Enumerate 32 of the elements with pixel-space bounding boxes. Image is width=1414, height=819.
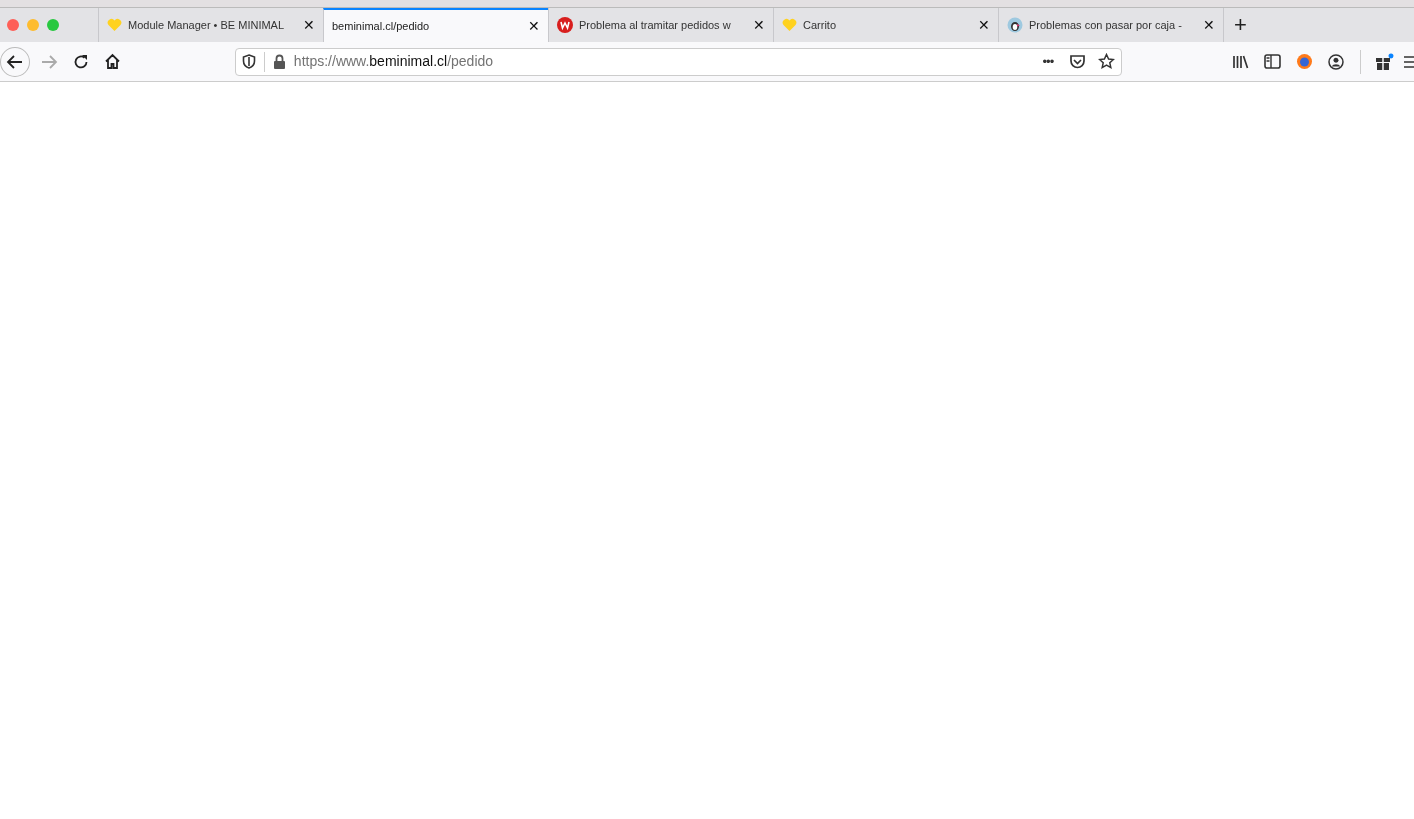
address-bar[interactable]: https://www.beminimal.cl/pedido ••• bbox=[234, 47, 1123, 76]
reload-icon bbox=[72, 53, 89, 70]
close-tab-button[interactable]: ✕ bbox=[1203, 18, 1215, 32]
sidebar-icon[interactable] bbox=[1264, 54, 1282, 69]
firefox-logo-icon[interactable] bbox=[1296, 53, 1314, 70]
bird-icon bbox=[1007, 17, 1023, 33]
heart-icon bbox=[782, 18, 797, 32]
gift-icon[interactable] bbox=[1375, 52, 1396, 71]
pocket-icon[interactable] bbox=[1069, 53, 1087, 70]
close-tab-button[interactable]: ✕ bbox=[528, 19, 540, 33]
close-tab-button[interactable]: ✕ bbox=[753, 18, 765, 32]
forward-arrow-icon bbox=[39, 52, 58, 71]
browser-tab[interactable]: beminimal.cl/pedido ✕ bbox=[323, 8, 548, 42]
shield-icon bbox=[241, 54, 256, 69]
heart-icon bbox=[107, 18, 122, 32]
site-logo-icon bbox=[557, 17, 573, 33]
page-actions-button[interactable]: ••• bbox=[1042, 51, 1054, 72]
tab-title: Carrito bbox=[803, 17, 837, 33]
tab-title: beminimal.cl/pedido bbox=[332, 18, 431, 34]
home-icon bbox=[104, 53, 122, 70]
star-icon[interactable] bbox=[1098, 53, 1116, 70]
close-tab-button[interactable]: ✕ bbox=[978, 18, 990, 32]
library-icon[interactable] bbox=[1232, 53, 1251, 70]
menu-icon[interactable] bbox=[1404, 54, 1414, 69]
padlock-icon bbox=[272, 54, 286, 69]
url-text: https://www.beminimal.cl/pedido bbox=[293, 52, 495, 71]
close-tab-button[interactable]: ✕ bbox=[303, 18, 315, 32]
account-icon[interactable] bbox=[1328, 53, 1345, 70]
back-arrow-icon bbox=[6, 52, 24, 71]
tab-title: Problemas con pasar por caja - bbox=[1029, 17, 1183, 33]
tab-title: Problema al tramitar pedidos w bbox=[579, 17, 732, 33]
tab-title: Module Manager • BE MINIMAL bbox=[128, 17, 286, 33]
